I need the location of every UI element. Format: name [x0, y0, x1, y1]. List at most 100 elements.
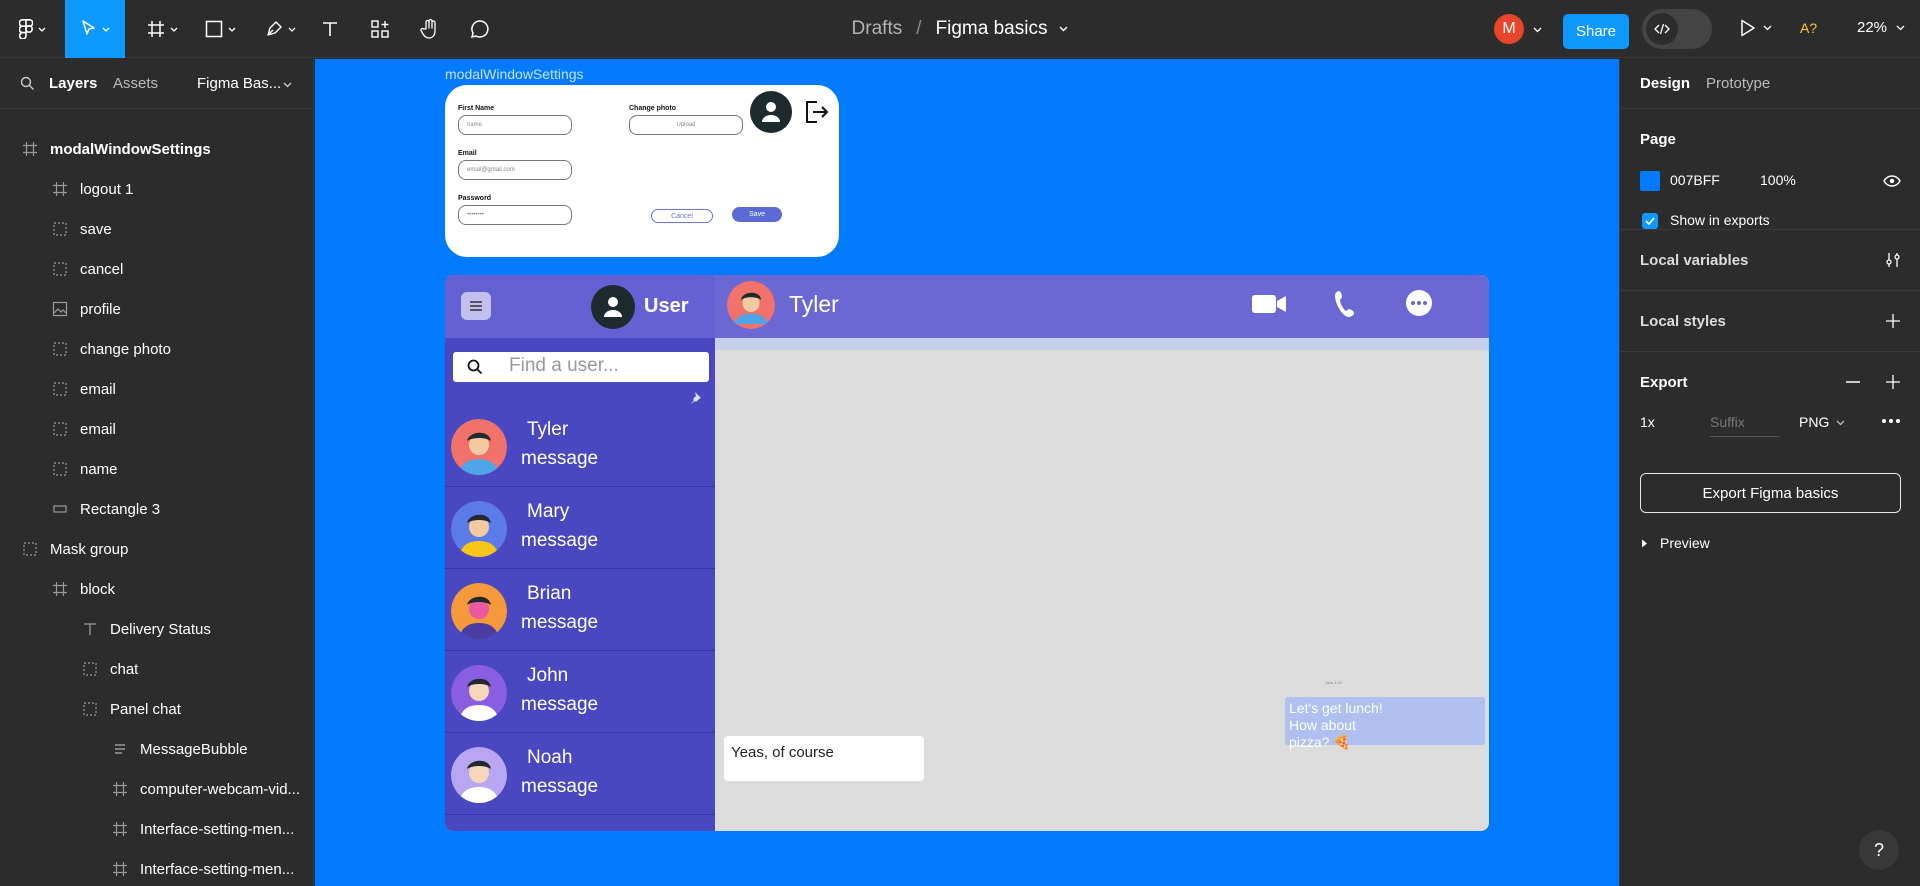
pen-tool-button[interactable] [258, 0, 302, 58]
video-call-icon[interactable] [1251, 293, 1287, 315]
page-color-swatch[interactable] [1640, 171, 1660, 191]
cancel-button[interactable]: Cancel [651, 209, 713, 223]
frame-label[interactable]: modalWindowSettings [445, 66, 584, 82]
pin-icon[interactable] [686, 391, 702, 405]
contact-item[interactable]: Noah message [445, 733, 715, 815]
layer-row[interactable]: profile [0, 289, 313, 329]
upload-button[interactable]: Upload [629, 115, 743, 135]
tab-layers[interactable]: Layers [49, 75, 97, 92]
chevron-down-icon[interactable] [1836, 420, 1845, 426]
menu-button[interactable] [461, 292, 491, 320]
tab-prototype[interactable]: Prototype [1706, 75, 1770, 92]
export-scale[interactable]: 1x [1640, 414, 1655, 430]
phone-icon[interactable] [1333, 289, 1357, 319]
search-icon[interactable] [20, 76, 35, 91]
password-input[interactable]: •••••••• [458, 205, 572, 225]
shape-tool-button[interactable] [198, 0, 242, 58]
chevron-down-icon[interactable] [1533, 27, 1542, 33]
layer-row[interactable]: chat [0, 649, 313, 689]
group-icon [50, 379, 70, 399]
main-menu-button[interactable] [12, 0, 52, 58]
page-selector[interactable]: Figma Bas... [197, 75, 281, 92]
comment-tool-button[interactable] [466, 0, 494, 58]
plus-icon[interactable] [1885, 374, 1901, 390]
help-button[interactable]: ? [1859, 830, 1899, 870]
tab-assets[interactable]: Assets [113, 75, 158, 92]
more-horizontal-icon[interactable] [1881, 418, 1901, 424]
layer-row[interactable]: change photo [0, 329, 313, 369]
change-photo-label: Change photo [629, 105, 677, 112]
file-name[interactable]: Figma basics [936, 18, 1048, 40]
move-tool-button[interactable] [65, 0, 125, 58]
save-button[interactable]: Save [732, 207, 782, 222]
contact-item[interactable]: John message [445, 651, 715, 733]
dev-mode-toggle[interactable] [1642, 9, 1712, 49]
layer-row[interactable]: block [0, 569, 313, 609]
tab-design[interactable]: Design [1640, 75, 1690, 92]
modal-window-settings[interactable]: First Name name Change photo Upload Emai… [445, 85, 839, 257]
contact-avatar [451, 583, 507, 639]
layer-row[interactable]: Panel chat [0, 689, 313, 729]
play-icon[interactable] [1740, 19, 1756, 37]
contact-item[interactable]: Mary message [445, 487, 715, 569]
share-button[interactable]: Share [1563, 14, 1629, 49]
layer-row[interactable]: name [0, 449, 313, 489]
canvas[interactable]: modalWindowSettings First Name name Chan… [315, 59, 1619, 886]
plus-icon[interactable] [1885, 313, 1901, 329]
layer-row[interactable]: Rectangle 3 [0, 489, 313, 529]
tyler-avatar-icon [727, 281, 775, 329]
zoom-level[interactable]: 22% [1857, 19, 1905, 36]
resources-tool-button[interactable] [366, 0, 394, 58]
layer-row[interactable]: MessageBubble [0, 729, 313, 769]
layer-row[interactable]: Interface-setting-men... [0, 849, 313, 886]
eye-icon[interactable] [1883, 175, 1901, 187]
active-contact-avatar[interactable] [727, 281, 775, 329]
variables-icon[interactable] [1885, 252, 1901, 268]
frame-tool-button[interactable] [140, 0, 184, 58]
layer-row[interactable]: modalWindowSettings [0, 129, 313, 169]
contact-item[interactable]: Tyler message [445, 405, 715, 487]
right-panel-tabs: Design Prototype [1620, 59, 1920, 109]
accessibility-check[interactable]: A? [1800, 20, 1817, 36]
layer-label: email [80, 420, 116, 438]
user-avatar-circle[interactable] [591, 285, 635, 329]
person-avatar-icon [451, 419, 507, 475]
search-placeholder: Find a user... [509, 355, 619, 376]
email-input[interactable]: email@gmail.com [458, 160, 572, 180]
contact-name: John [527, 665, 569, 686]
incoming-message-bubble[interactable]: Yeas, of course [724, 736, 924, 781]
chevron-down-icon[interactable] [1763, 25, 1772, 31]
layer-row[interactable]: save [0, 209, 313, 249]
export-button[interactable]: Export Figma basics [1640, 473, 1901, 513]
preview-toggle[interactable]: Preview [1660, 535, 1710, 551]
layer-row[interactable]: Delivery Status [0, 609, 313, 649]
contact-item[interactable]: Brian message [445, 569, 715, 651]
page-color-hex[interactable]: 007BFF [1670, 172, 1720, 188]
layer-row[interactable]: email [0, 369, 313, 409]
chevron-down-icon[interactable] [1059, 26, 1068, 32]
user-search-input[interactable]: Find a user... [453, 352, 709, 382]
layer-row[interactable]: cancel [0, 249, 313, 289]
layer-row[interactable]: logout 1 [0, 169, 313, 209]
user-avatar[interactable]: M [1494, 14, 1524, 44]
first-name-input[interactable]: name [458, 115, 572, 135]
chat-frame[interactable]: User Find a user... Tyler message Mary mess… [445, 275, 1489, 831]
layer-row[interactable]: Mask group [0, 529, 313, 569]
breadcrumb-drafts[interactable]: Drafts [852, 18, 903, 40]
minus-icon[interactable] [1845, 374, 1861, 390]
text-tool-button[interactable] [316, 0, 344, 58]
more-options-icon[interactable] [1405, 289, 1433, 317]
triangle-right-icon[interactable] [1641, 539, 1648, 548]
chevron-down-icon[interactable] [283, 82, 292, 88]
layer-row[interactable]: computer-webcam-vid... [0, 769, 313, 809]
outgoing-message-line2: How about [1289, 717, 1356, 733]
outgoing-message-bubble[interactable]: Let's get lunch! How about pizza? 🍕 [1285, 697, 1485, 750]
show-in-exports-checkbox[interactable] [1642, 213, 1658, 229]
layer-row[interactable]: Interface-setting-men... [0, 809, 313, 849]
layer-row[interactable]: email [0, 409, 313, 449]
logout-icon[interactable] [803, 99, 829, 125]
page-opacity[interactable]: 100% [1760, 172, 1796, 188]
export-suffix-input[interactable]: Suffix [1710, 414, 1780, 437]
hand-tool-button[interactable] [416, 0, 444, 58]
export-format-select[interactable]: PNG [1799, 414, 1829, 430]
